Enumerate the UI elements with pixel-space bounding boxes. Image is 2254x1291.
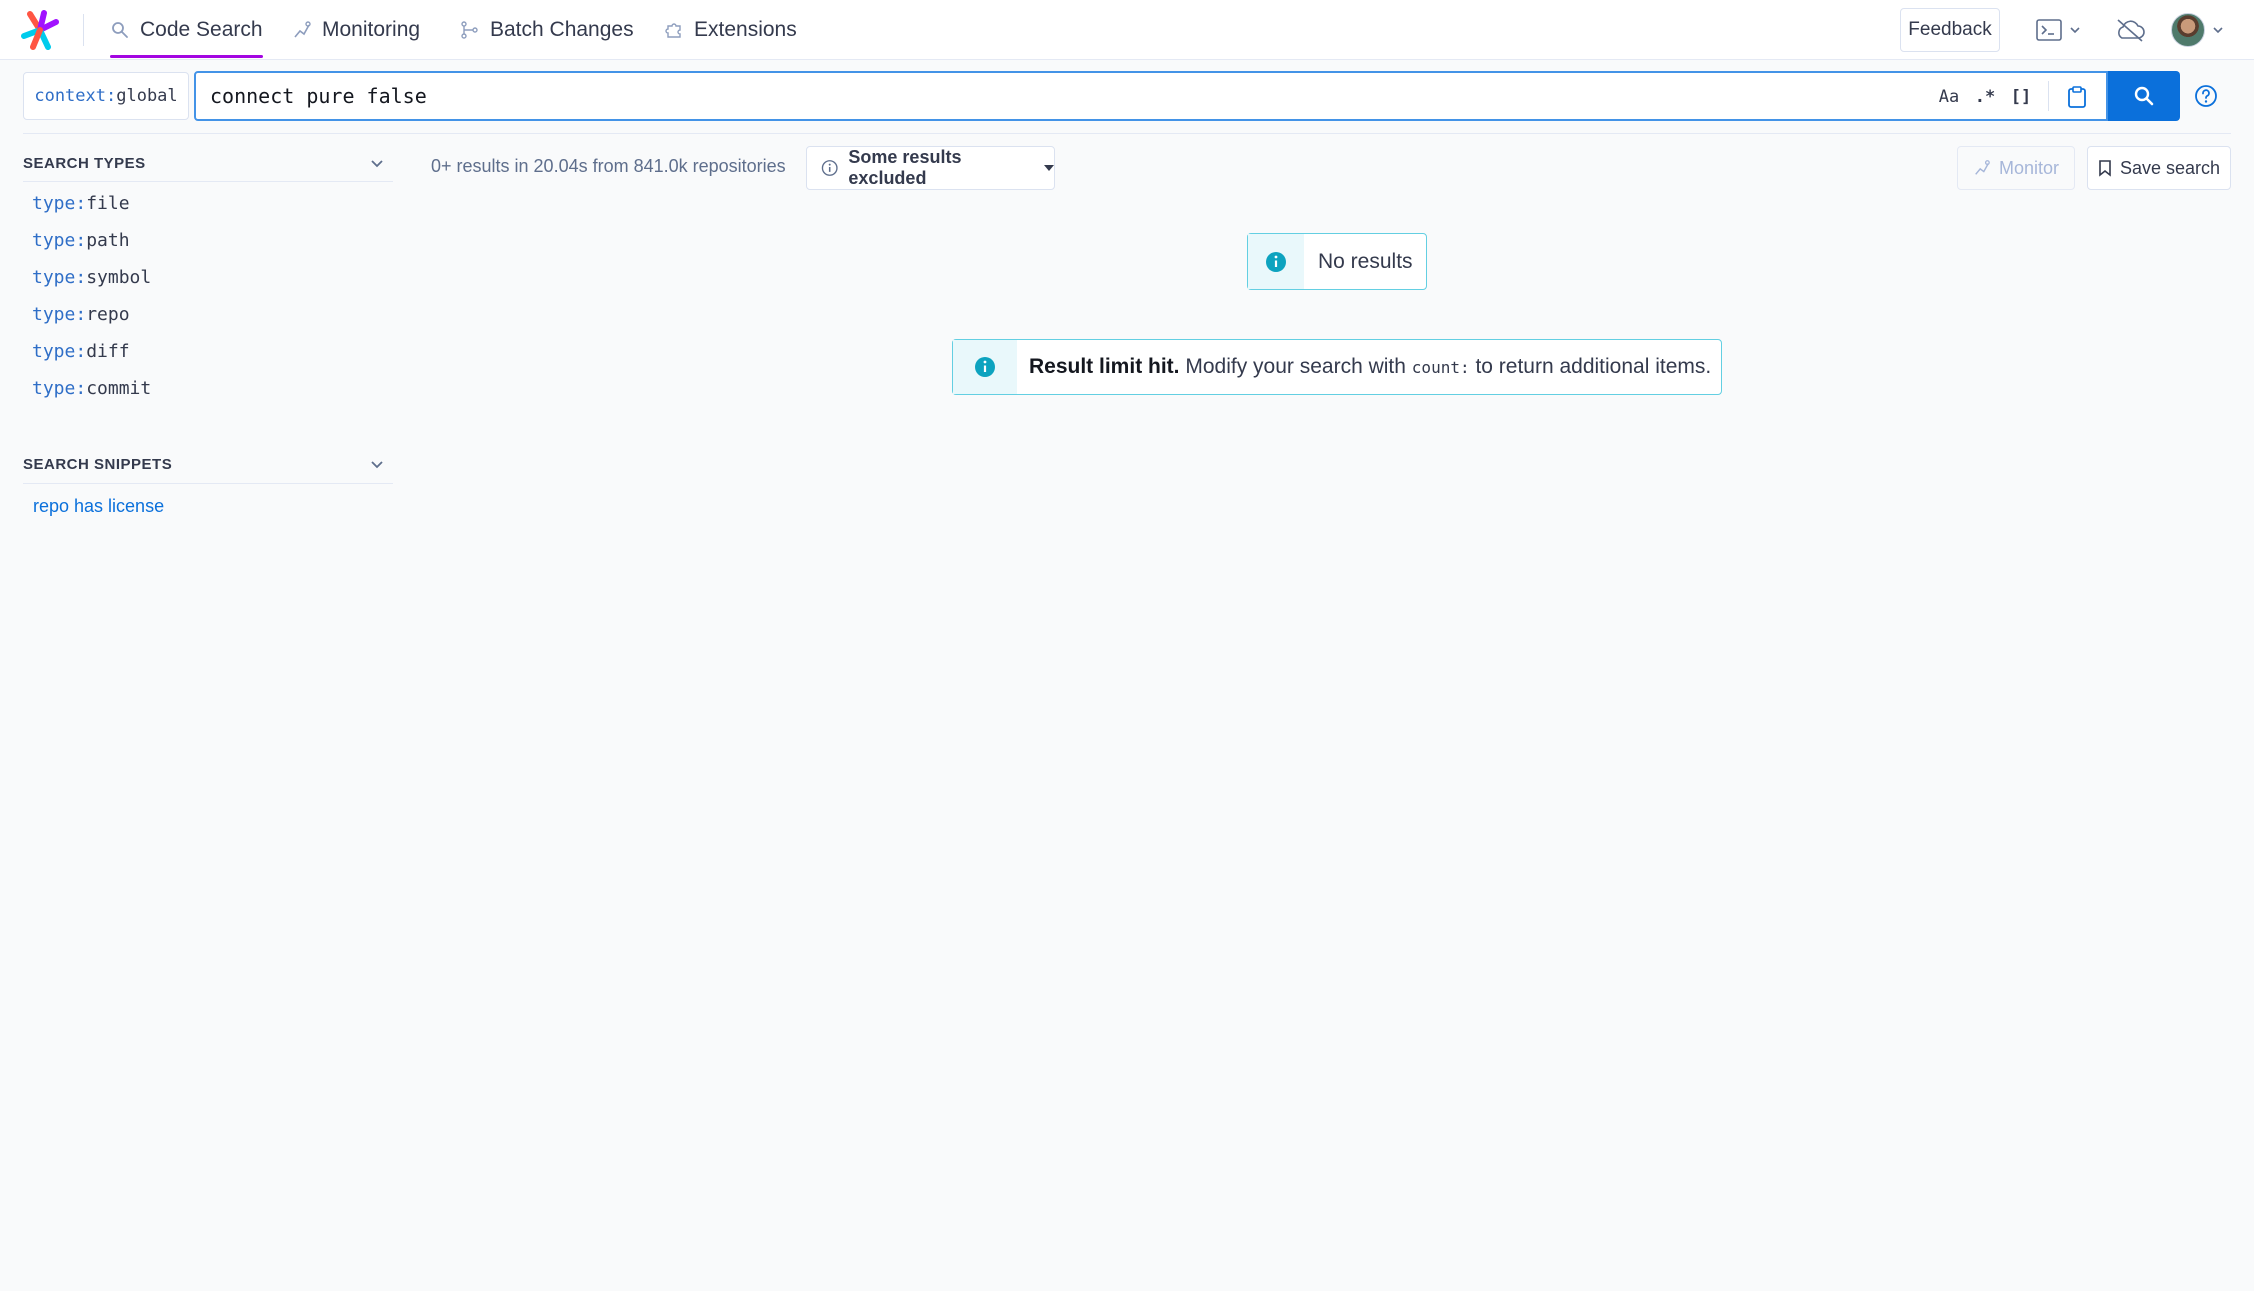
search-box: Aa .* [] <box>194 71 2108 121</box>
section-divider <box>23 483 393 484</box>
cloud-off-icon <box>2117 19 2145 42</box>
nav-item-code-search[interactable]: Code Search <box>110 0 263 60</box>
copy-query-button[interactable] <box>2062 83 2092 111</box>
alert-icon-cell <box>1248 234 1304 289</box>
nav-item-label: Batch Changes <box>490 18 634 41</box>
excluded-results-dropdown[interactable]: Some results excluded <box>806 146 1055 190</box>
count-keyword: count: <box>1411 358 1470 377</box>
snippet-link[interactable]: repo has license <box>33 496 164 517</box>
nav-item-label: Monitoring <box>322 18 421 41</box>
nav-item-monitoring[interactable]: Monitoring <box>292 0 420 60</box>
search-type-symbol[interactable]: type:symbol <box>32 267 151 288</box>
batch-changes-icon <box>461 21 478 39</box>
result-limit-bold: Result limit hit. <box>1029 355 1180 378</box>
search-icon <box>2134 86 2154 106</box>
user-menu-button[interactable] <box>2171 13 2225 47</box>
result-limit-text: Result limit hit. Modify your search wit… <box>1017 355 1711 379</box>
structural-search-toggle[interactable]: [] <box>2006 83 2036 111</box>
alert-icon-cell <box>953 340 1017 394</box>
monitor-label: Monitor <box>1998 157 2060 178</box>
case-sensitivity-toggle[interactable]: Aa <box>1934 83 1964 111</box>
avatar <box>2171 13 2205 47</box>
result-limit-post: to return additional items. <box>1475 355 1712 378</box>
search-input[interactable] <box>208 73 1908 119</box>
search-context-dropdown[interactable]: context: global <box>23 72 189 120</box>
context-key: context: <box>34 86 117 106</box>
cloud-status-button[interactable] <box>2114 14 2146 46</box>
regex-toggle[interactable]: .* <box>1970 83 2000 111</box>
puzzle-icon <box>665 23 681 38</box>
search-type-diff[interactable]: type:diff <box>32 341 130 362</box>
feedback-button[interactable]: Feedback <box>1900 8 2000 52</box>
result-limit-pre: Modify your search with <box>1185 355 1406 378</box>
search-type-path[interactable]: type:path <box>32 230 130 251</box>
save-search-button[interactable]: Save search <box>2087 146 2231 190</box>
caret-down-icon <box>1044 165 1054 171</box>
search-snippets-title: SEARCH SNIPPETS <box>23 456 173 473</box>
search-types-title: SEARCH TYPES <box>23 155 146 172</box>
nav-item-extensions[interactable]: Extensions <box>664 0 797 60</box>
chevron-down-icon <box>2213 27 2223 34</box>
terminal-icon <box>2036 19 2062 41</box>
context-value: global <box>116 86 178 106</box>
nav-item-label: Extensions <box>694 18 797 41</box>
result-limit-alert: Result limit hit. Modify your search wit… <box>952 339 1722 395</box>
chevron-down-icon <box>2070 27 2080 34</box>
info-icon <box>975 357 995 377</box>
section-divider <box>23 181 393 182</box>
clipboard-icon <box>2068 86 2086 108</box>
top-navbar: Code Search Monitoring Batch Changes Ext… <box>0 0 2254 60</box>
nav-divider <box>83 14 84 46</box>
save-search-label: Save search <box>2119 157 2221 178</box>
info-icon <box>1266 251 1286 272</box>
search-icon <box>112 22 128 38</box>
help-icon[interactable] <box>2194 84 2218 108</box>
header-divider <box>23 133 2231 134</box>
excluded-label: Some results excluded <box>848 147 962 188</box>
monitoring-icon <box>294 21 311 38</box>
results-summary: 0+ results in 20.04s from 841.0k reposit… <box>431 156 786 176</box>
bookmark-icon <box>2099 160 2111 177</box>
no-results-alert: No results <box>1247 233 1427 290</box>
search-type-commit[interactable]: type:commit <box>32 378 151 399</box>
nav-item-label: Code Search <box>140 18 263 41</box>
monitor-button[interactable]: Monitor <box>1957 146 2075 190</box>
no-results-text: No results <box>1318 249 1413 273</box>
nav-item-batch-changes[interactable]: Batch Changes <box>460 0 634 60</box>
search-type-file[interactable]: type:file <box>32 193 130 214</box>
search-button[interactable] <box>2108 71 2180 121</box>
chevron-down-icon[interactable] <box>368 455 386 473</box>
monitoring-icon <box>1975 160 1990 175</box>
info-circle-icon <box>821 160 838 176</box>
search-type-repo[interactable]: type:repo <box>32 304 130 325</box>
toggle-divider <box>2048 81 2049 111</box>
sourcegraph-logo-icon[interactable] <box>20 10 60 50</box>
chevron-down-icon[interactable] <box>368 154 386 172</box>
terminal-menu-button[interactable] <box>2036 14 2082 46</box>
